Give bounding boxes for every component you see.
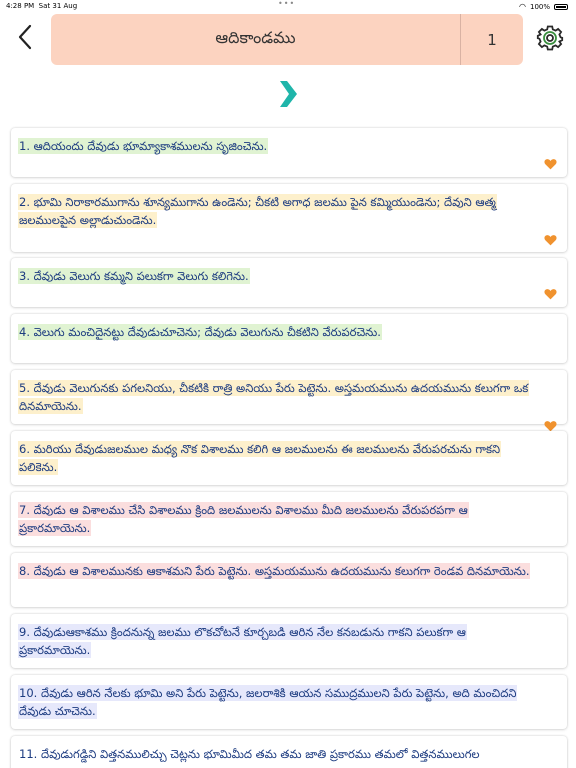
verse-card[interactable]: 4. వెలుగు మంచిదైనట్టు దేవుడుచూచెను; దేవు… <box>11 314 567 363</box>
verse-text-content: 1. ఆదియందు దేవుడు భూమ్యాకాశములను సృజించె… <box>18 138 269 154</box>
verse-card[interactable]: 5. దేవుడు వెలుగునకు పగలనియు, చీకటికి రాత… <box>11 370 567 432</box>
status-date-text: Sat 31 Aug <box>38 2 78 10</box>
verse-text-content: 7. దేవుడు ఆ విశాలము చేసి విశాలము క్రింది… <box>18 502 469 536</box>
status-time-text: 4:28 PM <box>6 2 35 10</box>
title-bar: ఆదికాండము 1 <box>51 14 523 65</box>
verse-text: 3. దేవుడు వెలుగు కమ్మని పలుకగా వెలుగు కల… <box>18 267 537 285</box>
verse-card[interactable]: 10. దేవుడు ఆరిన నేలకు భూమి అని పేరు పెట్… <box>11 675 567 729</box>
multitasking-dots[interactable]: ••• <box>278 0 295 8</box>
verse-text: 7. దేవుడు ఆ విశాలము చేసి విశాలము క్రింది… <box>18 501 537 537</box>
verse-text: 11. దేవుడుగడ్డిని విత్తనములిచ్చు చెట్లను… <box>18 745 537 763</box>
verse-card[interactable]: 7. దేవుడు ఆ విశాలము చేసి విశాలము క్రింది… <box>11 492 567 546</box>
verse-text-content: 8. దేవుడు ఆ విశాలమునకు ఆకాశమని పేరు పెట్… <box>18 563 531 579</box>
verse-text-content: 6. మరియు దేవుడుజలముల మధ్య నొక విశాలము కల… <box>18 441 502 475</box>
verse-card[interactable]: 3. దేవుడు వెలుగు కమ్మని పలుకగా వెలుగు కల… <box>11 258 567 307</box>
chevron-left-icon <box>18 24 32 50</box>
verse-card[interactable]: 1. ఆదియందు దేవుడు భూమ్యాకాశములను సృజించె… <box>11 128 567 177</box>
battery-icon <box>554 3 568 10</box>
verse-text-content: 3. దేవుడు వెలుగు కమ్మని పలుకగా వెలుగు కల… <box>18 268 250 284</box>
status-time: 4:28 PM Sat 31 Aug <box>6 2 77 10</box>
verse-text: 2. భూమి నిరాకారముగాను శూన్యముగాను ఉండెను… <box>18 193 537 229</box>
book-title[interactable]: ఆదికాండము <box>51 14 460 65</box>
wifi-icon: ◠ <box>519 2 526 11</box>
next-chapter-button[interactable] <box>277 78 299 110</box>
verse-text: 8. దేవుడు ఆ విశాలమునకు ఆకాశమని పేరు పెట్… <box>18 562 537 580</box>
heart-icon[interactable] <box>544 234 557 246</box>
verse-text: 9. దేవుడుఆకాశము క్రిందనున్న జలము లొకచోటన… <box>18 623 537 659</box>
verse-text-content: 5. దేవుడు వెలుగునకు పగలనియు, చీకటికి రాత… <box>18 380 530 414</box>
verse-text-content: 10. దేవుడు ఆరిన నేలకు భూమి అని పేరు పెట్… <box>18 685 518 719</box>
verse-text: 10. దేవుడు ఆరిన నేలకు భూమి అని పేరు పెట్… <box>18 684 537 720</box>
verse-card[interactable]: 8. దేవుడు ఆ విశాలమునకు ఆకాశమని పేరు పెట్… <box>11 553 567 607</box>
chevron-right-icon <box>280 81 297 107</box>
verse-card[interactable]: 6. మరియు దేవుడుజలముల మధ్య నొక విశాలము కల… <box>11 431 567 485</box>
verse-card[interactable]: 11. దేవుడుగడ్డిని విత్తనములిచ్చు చెట్లను… <box>11 736 567 768</box>
back-button[interactable] <box>14 22 38 52</box>
heart-icon[interactable] <box>544 288 557 300</box>
gear-icon <box>536 25 564 51</box>
settings-button[interactable] <box>536 24 564 52</box>
status-bar: 4:28 PM Sat 31 Aug ••• ◠ 100% <box>0 0 576 14</box>
verse-text-content: 9. దేవుడుఆకాశము క్రిందనున్న జలము లొకచోటన… <box>18 624 467 658</box>
verse-text: 1. ఆదియందు దేవుడు భూమ్యాకాశములను సృజించె… <box>18 137 537 155</box>
verse-text-content: 11. దేవుడుగడ్డిని విత్తనములిచ్చు చెట్లను… <box>19 747 480 761</box>
verse-text: 4. వెలుగు మంచిదైనట్టు దేవుడుచూచెను; దేవు… <box>18 323 537 341</box>
status-right: ◠ 100% <box>519 2 568 11</box>
verse-text: 6. మరియు దేవుడుజలముల మధ్య నొక విశాలము కల… <box>18 440 537 476</box>
verse-card[interactable]: 2. భూమి నిరాకారముగాను శూన్యముగాను ఉండెను… <box>11 184 567 252</box>
verse-text-content: 4. వెలుగు మంచిదైనట్టు దేవుడుచూచెను; దేవు… <box>18 324 382 340</box>
verse-text-content: 2. భూమి నిరాకారముగాను శూన్యముగాను ఉండెను… <box>18 194 497 228</box>
verse-card[interactable]: 9. దేవుడుఆకాశము క్రిందనున్న జలము లొకచోటన… <box>11 614 567 668</box>
chapter-number[interactable]: 1 <box>461 14 523 65</box>
battery-percent: 100% <box>529 2 550 11</box>
heart-icon[interactable] <box>544 158 557 170</box>
verse-text: 5. దేవుడు వెలుగునకు పగలనియు, చీకటికి రాత… <box>18 379 537 415</box>
